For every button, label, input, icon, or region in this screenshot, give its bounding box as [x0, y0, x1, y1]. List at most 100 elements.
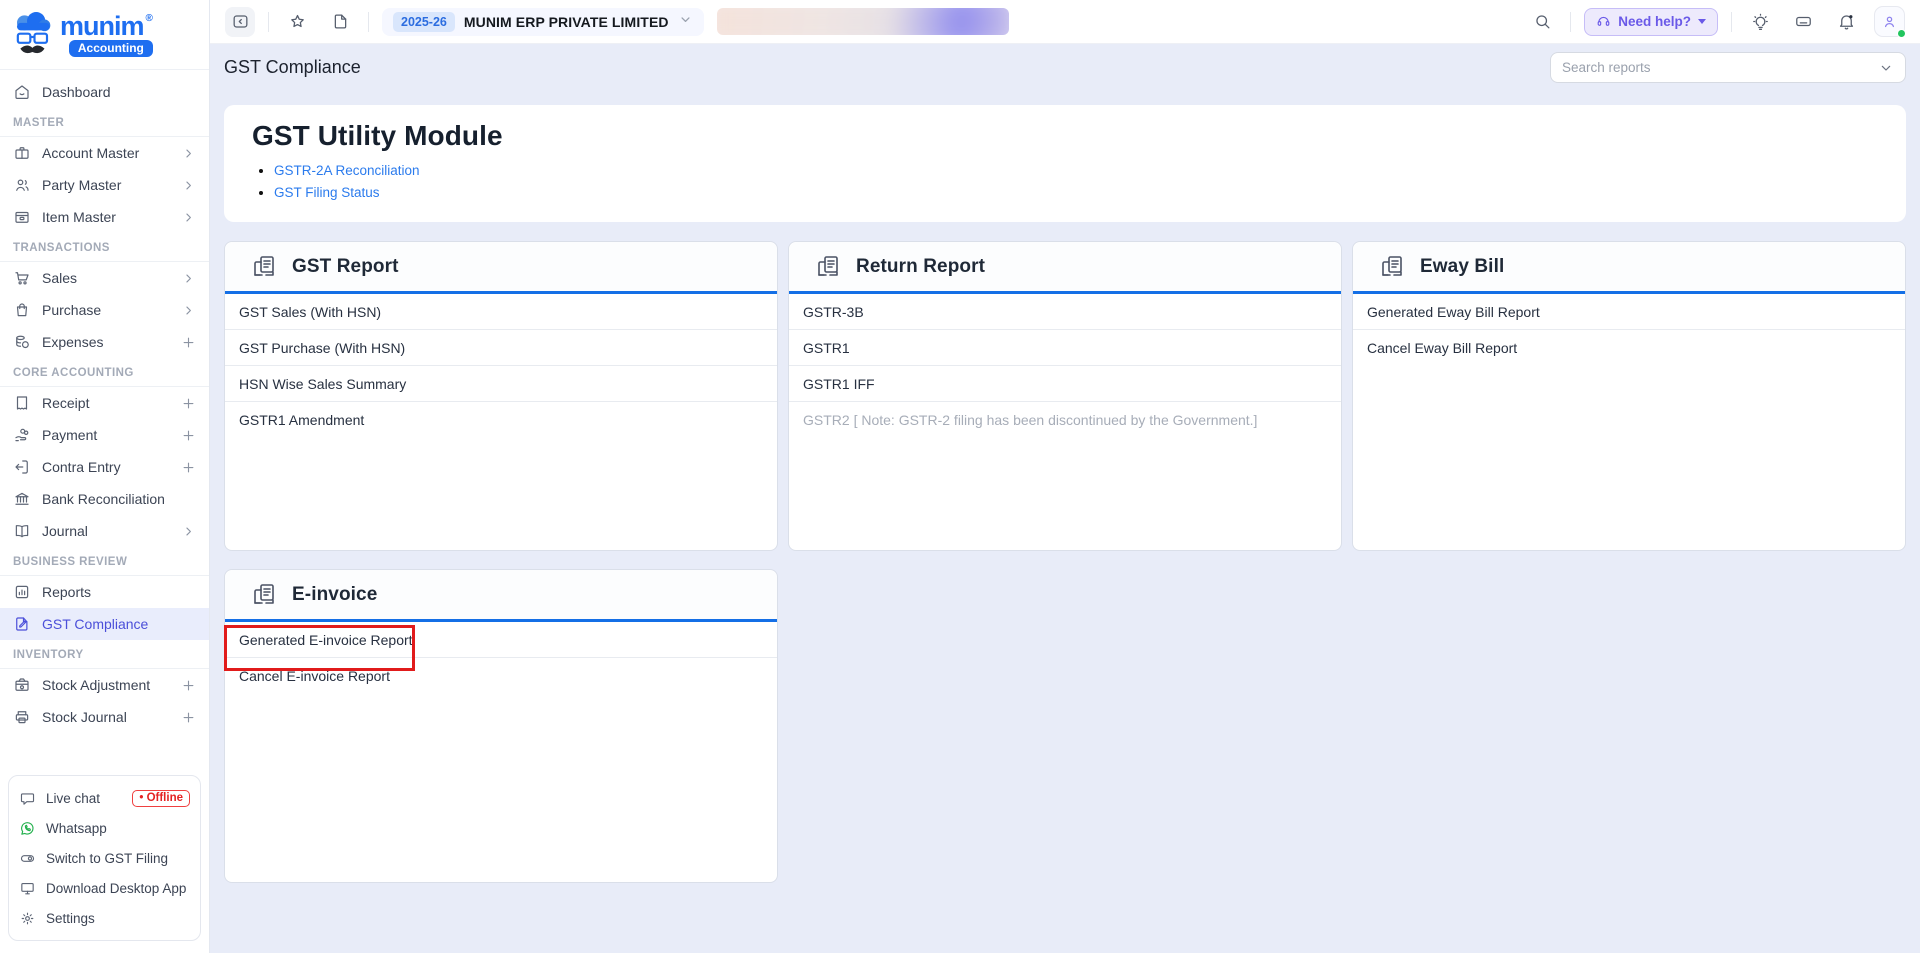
- company-selector[interactable]: 2025-26 MUNIM ERP PRIVATE LIMITED: [382, 8, 704, 36]
- gst-report-card: GST Report GST Sales (With HSN) GST Purc…: [224, 241, 778, 551]
- file-icon: [331, 12, 350, 31]
- chevron-down-icon: [678, 12, 693, 27]
- sidebar-item-dashboard[interactable]: Dashboard: [0, 76, 209, 108]
- sidebar-item-payment[interactable]: Payment: [0, 419, 209, 451]
- sidebar-item-stock-adjustment[interactable]: Stock Adjustment: [0, 669, 209, 701]
- sidebar-item-gst-compliance[interactable]: GST Compliance: [0, 608, 209, 640]
- whats-new-button[interactable]: [1745, 7, 1775, 37]
- whatsapp-button[interactable]: Whatsapp: [19, 813, 190, 843]
- plus-icon: [181, 335, 196, 350]
- card-header: E-invoice: [225, 570, 777, 622]
- receipt-icon: [13, 394, 31, 412]
- report-link-generated-eway-bill[interactable]: Generated Eway Bill Report: [1353, 294, 1905, 330]
- report-link-gst-sales-hsn[interactable]: GST Sales (With HSN): [225, 294, 777, 330]
- download-desktop-app-button[interactable]: Download Desktop App: [19, 873, 190, 903]
- report-link-gst-purchase-hsn[interactable]: GST Purchase (With HSN): [225, 330, 777, 366]
- caret-down-icon: [1698, 19, 1706, 24]
- monitor-icon: [19, 880, 36, 897]
- e-invoice-card: E-invoice Generated E-invoice Report Can…: [224, 569, 778, 883]
- report-link-gstr1[interactable]: GSTR1: [789, 330, 1341, 366]
- gear-icon: [19, 910, 36, 927]
- report-icon: [251, 582, 277, 608]
- sidebar-nav: Dashboard MASTER Account Master Party Ma…: [0, 70, 209, 765]
- gstr2a-reconciliation-link[interactable]: GSTR-2A Reconciliation: [274, 163, 420, 178]
- search-icon: [1533, 12, 1552, 31]
- sidebar-item-account-master[interactable]: Account Master: [0, 137, 209, 169]
- redacted-banner-blur: [717, 8, 1009, 35]
- sidebar-section-core-accounting: CORE ACCOUNTING: [0, 358, 209, 386]
- footer-item-label: Whatsapp: [46, 821, 107, 836]
- live-chat-button[interactable]: Live chat • Offline: [19, 783, 190, 813]
- sidebar-section-business-review: BUSINESS REVIEW: [0, 547, 209, 575]
- chevron-right-icon: [181, 524, 196, 539]
- card-header: Eway Bill: [1353, 242, 1905, 294]
- report-link-generated-e-invoice[interactable]: Generated E-invoice Report: [225, 622, 777, 658]
- utility-module-title: GST Utility Module: [252, 120, 1878, 152]
- brand-logo[interactable]: munim ® Accounting: [0, 0, 209, 70]
- sidebar-item-expenses[interactable]: Expenses: [0, 326, 209, 358]
- card-header: Return Report: [789, 242, 1341, 294]
- card-items-list: GST Sales (With HSN) GST Purchase (With …: [225, 294, 777, 438]
- card-title: E-invoice: [292, 584, 377, 606]
- sidebar-item-reports[interactable]: Reports: [0, 576, 209, 608]
- global-search-button[interactable]: [1527, 7, 1557, 37]
- home-icon: [13, 83, 31, 101]
- report-link-gstr-3b[interactable]: GSTR-3B: [789, 294, 1341, 330]
- notifications-button[interactable]: [1831, 7, 1861, 37]
- content-area: GST Compliance Search reports GST Utilit…: [210, 44, 1920, 953]
- page-title: GST Compliance: [224, 57, 361, 78]
- need-help-button[interactable]: Need help?: [1584, 8, 1718, 36]
- redacted-banner: [717, 8, 1009, 35]
- sidebar-collapse-button[interactable]: [225, 7, 255, 37]
- sidebar-item-receipt[interactable]: Receipt: [0, 387, 209, 419]
- sidebar-item-purchase[interactable]: Purchase: [0, 294, 209, 326]
- profile-button[interactable]: [1874, 6, 1905, 37]
- footer-item-label: Live chat: [46, 791, 100, 806]
- keyboard-shortcuts-button[interactable]: [1788, 7, 1818, 37]
- sidebar-item-bank-reconciliation[interactable]: Bank Reconciliation: [0, 483, 209, 515]
- box-icon: [13, 208, 31, 226]
- report-icon: [251, 254, 277, 280]
- report-link-hsn-wise-sales-summary[interactable]: HSN Wise Sales Summary: [225, 366, 777, 402]
- sidebar-item-label: Item Master: [42, 209, 116, 225]
- sidebar-item-item-master[interactable]: Item Master: [0, 201, 209, 233]
- report-icon: [1379, 254, 1405, 280]
- reports-icon: [13, 583, 31, 601]
- settings-button[interactable]: Settings: [19, 903, 190, 933]
- munim-mascot-icon: [12, 12, 52, 57]
- report-link-cancel-eway-bill[interactable]: Cancel Eway Bill Report: [1353, 330, 1905, 366]
- favorite-button[interactable]: [282, 7, 312, 37]
- card-header: GST Report: [225, 242, 777, 294]
- card-items-list: GSTR-3B GSTR1 GSTR1 IFF GSTR2 [ Note: GS…: [789, 294, 1341, 438]
- report-link-gstr1-iff[interactable]: GSTR1 IFF: [789, 366, 1341, 402]
- page-header: GST Compliance Search reports: [224, 44, 1906, 91]
- sidebar-item-journal[interactable]: Journal: [0, 515, 209, 547]
- sidebar-item-contra-entry[interactable]: Contra Entry: [0, 451, 209, 483]
- brand-tagline: Accounting: [69, 40, 153, 57]
- switch-to-gst-filing-button[interactable]: Switch to GST Filing: [19, 843, 190, 873]
- sidebar-footer-box: Live chat • Offline Whatsapp Switch to G…: [8, 775, 201, 941]
- search-reports-select[interactable]: Search reports: [1550, 52, 1906, 83]
- report-link-gstr1-amendment[interactable]: GSTR1 Amendment: [225, 402, 777, 438]
- star-icon: [288, 12, 307, 31]
- sidebar-item-label: Payment: [42, 427, 97, 443]
- topbar: 2025-26 MUNIM ERP PRIVATE LIMITED Need h…: [210, 0, 1920, 44]
- footer-item-label: Download Desktop App: [46, 881, 186, 896]
- collapse-sidebar-icon: [231, 12, 250, 31]
- report-link-cancel-e-invoice[interactable]: Cancel E-invoice Report: [225, 658, 777, 694]
- sidebar-item-label: Expenses: [42, 334, 103, 350]
- plus-icon: [181, 678, 196, 693]
- return-report-card: Return Report GSTR-3B GSTR1 GSTR1 IFF GS…: [788, 241, 1342, 551]
- sidebar-item-label: Bank Reconciliation: [42, 491, 165, 507]
- sidebar-item-stock-journal[interactable]: Stock Journal: [0, 701, 209, 733]
- plus-icon: [181, 396, 196, 411]
- chat-icon: [19, 790, 36, 807]
- sidebar-item-label: Stock Adjustment: [42, 677, 150, 693]
- sidebar-item-sales[interactable]: Sales: [0, 262, 209, 294]
- bank-icon: [13, 490, 31, 508]
- new-document-button[interactable]: [325, 7, 355, 37]
- gst-filing-status-link[interactable]: GST Filing Status: [274, 185, 380, 200]
- sidebar-item-label: Purchase: [42, 302, 101, 318]
- sidebar-item-label: Reports: [42, 584, 91, 600]
- sidebar-item-party-master[interactable]: Party Master: [0, 169, 209, 201]
